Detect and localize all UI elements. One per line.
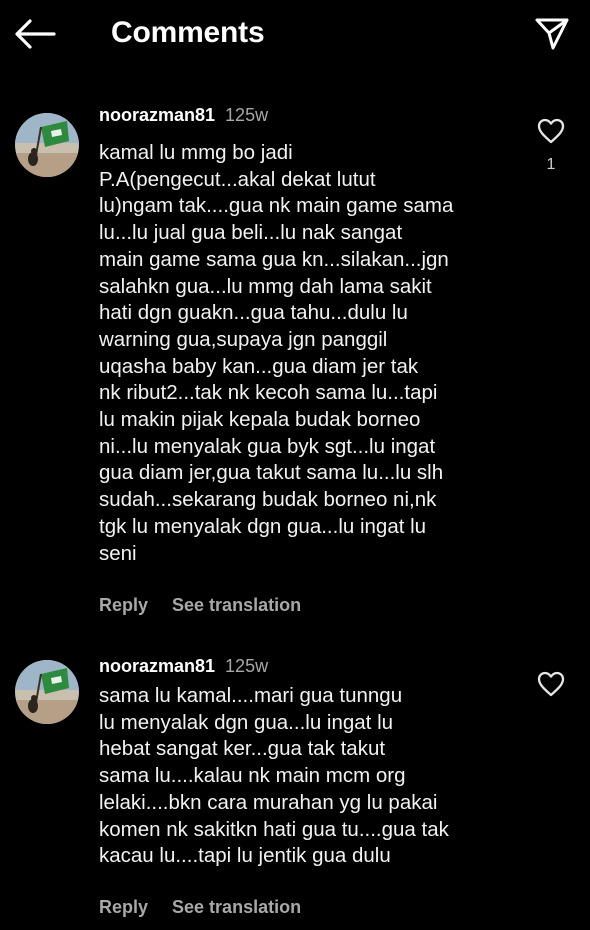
reply-button[interactable]: Reply	[99, 897, 148, 917]
like-button[interactable]	[536, 118, 566, 149]
page-title: Comments	[111, 16, 265, 49]
avatar[interactable]	[15, 113, 79, 177]
comment-timestamp: 125w	[225, 656, 269, 676]
like-count: 1	[546, 156, 556, 173]
comment-username[interactable]: noorazman81	[99, 656, 215, 676]
comment-meta: noorazman81 125w	[99, 655, 268, 677]
avatar[interactable]	[15, 660, 79, 724]
comment-username[interactable]: noorazman81	[99, 105, 215, 125]
comment-text: sama lu kamal....mari gua tunngu lu meny…	[99, 684, 449, 868]
share-button[interactable]	[530, 14, 574, 58]
comment-actions: Reply See translation	[99, 594, 301, 616]
see-translation-button[interactable]: See translation	[172, 595, 301, 615]
back-button[interactable]	[10, 14, 60, 58]
reply-button[interactable]: Reply	[99, 595, 148, 615]
heart-icon	[537, 118, 565, 149]
heart-icon	[537, 671, 565, 702]
like-button[interactable]	[536, 671, 566, 702]
header-bar: Comments	[0, 0, 590, 70]
comment-timestamp: 125w	[225, 105, 269, 125]
arrow-left-icon	[14, 18, 56, 54]
comment-meta: noorazman81 125w	[99, 104, 268, 126]
comment-text: kamal lu mmg bo jadi P.A(pengecut...akal…	[99, 141, 454, 565]
see-translation-button[interactable]: See translation	[172, 897, 301, 917]
paper-plane-icon	[534, 16, 570, 57]
comment-actions: Reply See translation	[99, 896, 301, 918]
